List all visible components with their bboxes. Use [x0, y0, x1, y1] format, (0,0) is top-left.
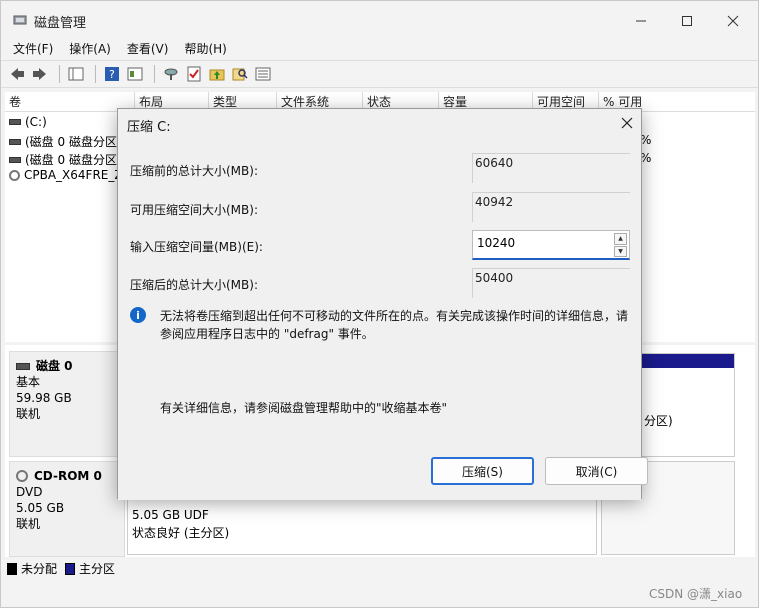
properties-icon [127, 67, 143, 81]
spin-up-button[interactable]: ▲ [614, 233, 627, 245]
total-after-field: 50400 [472, 268, 630, 298]
column-volume[interactable]: 卷 [5, 92, 135, 111]
drive-icon [16, 362, 30, 370]
close-icon [727, 15, 739, 27]
console-tree-button[interactable] [66, 64, 86, 84]
window-title: 磁盘管理 [34, 16, 87, 31]
disk-type: 基本 [16, 375, 41, 389]
volume-name: (磁盘 0 磁盘分区 [25, 135, 117, 149]
close-icon [621, 117, 633, 129]
list-view-button[interactable] [253, 64, 273, 84]
search-button[interactable] [230, 64, 250, 84]
minimize-button[interactable] [621, 9, 661, 33]
disk-management-icon [13, 15, 27, 25]
legend-primary: 主分区 [79, 562, 116, 576]
available-field: 40942 [472, 192, 630, 222]
cd-drive-icon [16, 470, 28, 482]
folder-up-icon [209, 69, 225, 81]
legend-unallocated: 未分配 [21, 562, 58, 576]
partition-status: 分区) [644, 414, 673, 428]
toolbar-separator [59, 65, 60, 83]
partition-status: 状态良好 (主分区) [132, 526, 230, 540]
checklist-icon [187, 66, 201, 82]
connect-button[interactable] [161, 64, 181, 84]
disk-size: 5.05 GB [16, 501, 65, 515]
total-before-label: 压缩前的总计大小(MB): [130, 164, 258, 178]
volume-name: (C:) [25, 115, 47, 129]
drive-icon [9, 138, 21, 145]
disk-name: 磁盘 0 [36, 359, 73, 373]
shrink-amount-spinner[interactable]: ▲ ▼ [472, 230, 630, 260]
disk-name: CD-ROM 0 [34, 469, 102, 483]
info-icon: i [130, 307, 146, 323]
shrink-button[interactable]: 压缩(S) [431, 457, 534, 485]
check-button[interactable] [184, 64, 204, 84]
primary-swatch [65, 562, 76, 575]
disk-status: 联机 [16, 517, 41, 531]
shrink-amount-input[interactable] [477, 236, 607, 250]
forward-arrow-icon [33, 68, 46, 80]
toolbar-separator [154, 65, 155, 83]
volume-row[interactable]: (磁盘 0 磁盘分区 [9, 151, 117, 168]
close-button[interactable] [713, 9, 753, 33]
total-after-label: 压缩后的总计大小(MB): [130, 278, 258, 292]
properties-button[interactable] [125, 64, 145, 84]
search-icon [232, 68, 248, 81]
unallocated-swatch [7, 562, 17, 575]
titlebar: 磁盘管理 [1, 1, 758, 39]
volume-name: CPBA_X64FRE_Z [24, 168, 123, 182]
volume-row[interactable]: (磁盘 0 磁盘分区 [9, 133, 117, 150]
partition-size: 5.05 GB UDF [132, 508, 209, 522]
menu-help[interactable]: 帮助(H) [184, 39, 226, 59]
available-label: 可用压缩空间大小(MB): [130, 203, 258, 217]
disk-type: DVD [16, 485, 43, 499]
menu-view[interactable]: 查看(V) [127, 39, 169, 59]
menu-file[interactable]: 文件(F) [13, 39, 53, 59]
watermark: CSDN @潇_xiao [649, 587, 743, 601]
toolbar-separator [95, 65, 96, 83]
disk-status: 联机 [16, 407, 41, 421]
shrink-dialog: 压缩 C: 压缩前的总计大小(MB): 60640 可用压缩空间大小(MB): … [117, 108, 648, 500]
back-button[interactable] [7, 64, 27, 84]
help-icon: ? [105, 67, 119, 81]
volume-name: (磁盘 0 磁盘分区 [25, 153, 117, 167]
info-message: 无法将卷压缩到超出任何不可移动的文件所在的点。有关完成该操作时间的详细信息，请参… [160, 309, 629, 341]
list-view-icon [255, 67, 271, 81]
forward-button[interactable] [30, 64, 50, 84]
minimize-icon [636, 20, 646, 22]
total-before-field: 60640 [472, 153, 630, 183]
svg-text:?: ? [109, 68, 115, 81]
dialog-body: 压缩前的总计大小(MB): 60640 可用压缩空间大小(MB): 40942 … [118, 137, 648, 500]
shrink-amount-label: 输入压缩空间量(MB)(E): [130, 240, 263, 254]
legend: 未分配 主分区 [7, 560, 115, 577]
help-message: 有关详细信息，请参阅磁盘管理帮助中的"收缩基本卷" [160, 401, 448, 415]
menubar: 文件(F) 操作(A) 查看(V) 帮助(H) [1, 39, 758, 59]
back-arrow-icon [11, 68, 24, 80]
connect-icon [164, 68, 178, 80]
cd-drive-icon [9, 169, 20, 181]
spinner-buttons: ▲ ▼ [614, 233, 627, 257]
toolbar: ? [1, 60, 758, 88]
dialog-close-button[interactable] [615, 112, 639, 134]
cancel-button[interactable]: 取消(C) [545, 457, 648, 485]
partition-bar [636, 354, 734, 368]
maximize-icon [682, 16, 692, 26]
drive-icon [9, 119, 21, 125]
volume-row[interactable]: (C:) [9, 115, 47, 129]
up-button[interactable] [207, 64, 227, 84]
disk-0-label[interactable]: 磁盘 0 基本 59.98 GB 联机 [9, 351, 125, 457]
help-button[interactable]: ? [102, 64, 122, 84]
maximize-button[interactable] [667, 9, 707, 33]
console-tree-icon [68, 67, 84, 81]
cdrom-0-label[interactable]: CD-ROM 0 DVD 5.05 GB 联机 [9, 461, 125, 557]
disk-size: 59.98 GB [16, 391, 72, 405]
spin-down-button[interactable]: ▼ [614, 245, 627, 257]
drive-icon [9, 156, 21, 163]
disk-0-partition[interactable]: 分区) [635, 353, 735, 457]
menu-action[interactable]: 操作(A) [69, 39, 111, 59]
volume-row[interactable]: CPBA_X64FRE_Z [9, 168, 123, 182]
dialog-title: 压缩 C: [127, 120, 171, 135]
